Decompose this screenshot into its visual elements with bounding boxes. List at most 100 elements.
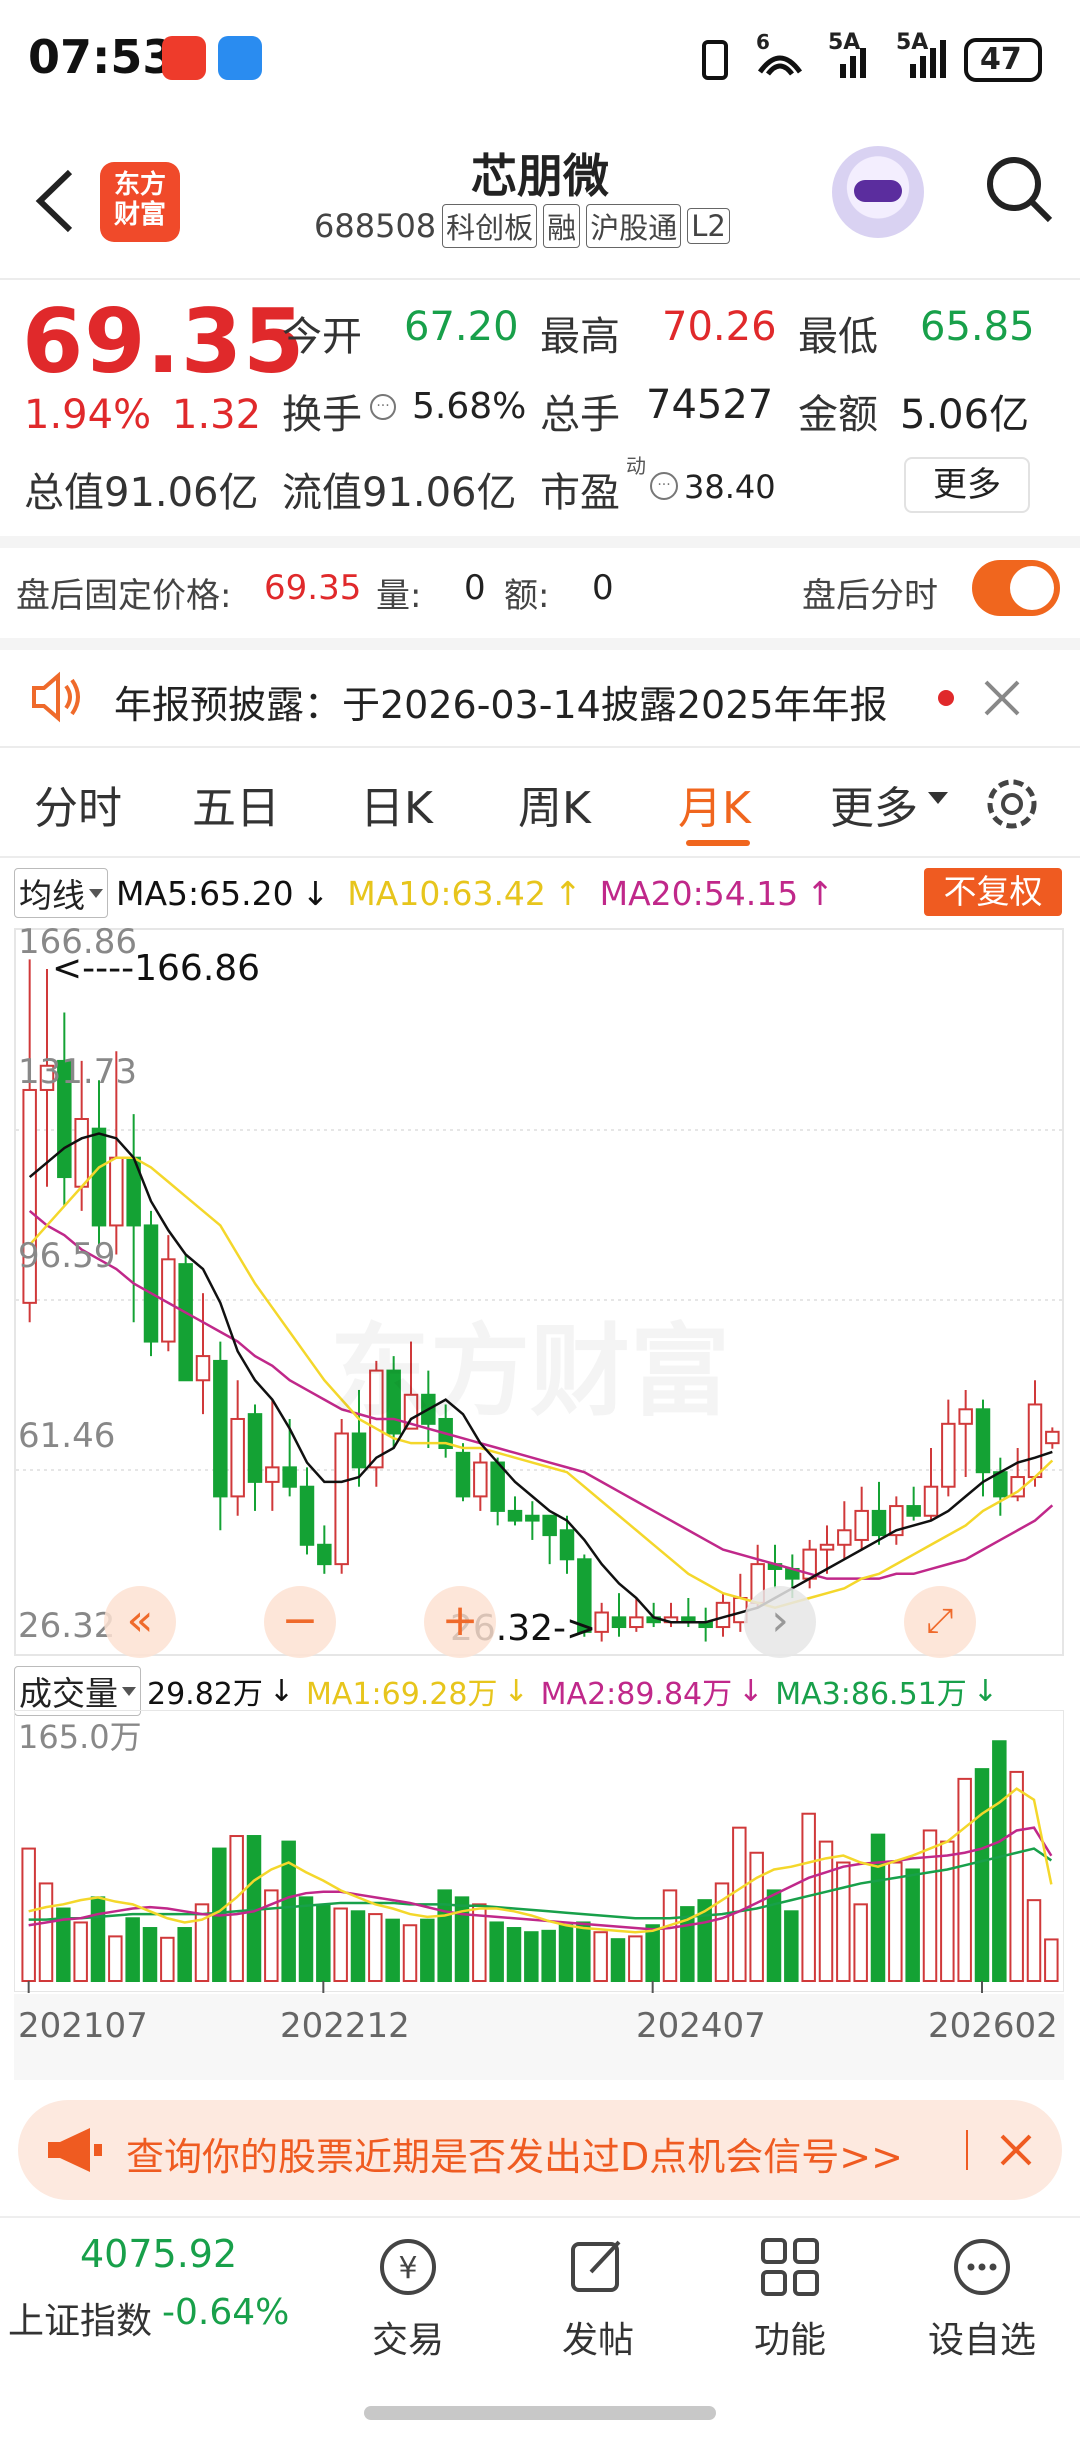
tab-5day[interactable]: 五日 [192,772,280,836]
volume-current: 29.82万 [147,1677,263,1712]
after-hours-amt-label: 额: [504,576,550,616]
next-button[interactable]: › [744,1586,816,1658]
stock-header: 东方 财富 芯朋微 688508 科创板 融 沪股通 L2 [0,120,1080,280]
nav-functions[interactable]: 功能 [742,2218,838,2363]
signal-query-banner[interactable]: 查询你的股票近期是否发出过D点机会信号>> [18,2100,1062,2200]
volume-bar [992,1740,1007,1982]
volume-bar [1009,1770,1024,1983]
candle [507,1496,523,1526]
volume-bar [784,1910,799,1982]
volume-bar [749,1851,764,1982]
volume-bar [316,1904,331,1983]
zoom-in-button[interactable]: + [424,1586,496,1658]
speaker-icon [32,671,80,723]
volume-bar [108,1935,123,1982]
volume-bar [160,1936,175,1982]
open-value: 67.20 [404,304,519,350]
tab-daily-k[interactable]: 日K [360,772,433,836]
nav-post[interactable]: 发帖 [550,2218,646,2363]
candle [854,1486,869,1550]
vol-ma1-arrow: ↓ [503,1673,529,1709]
pe-value: 38.40 [684,468,776,506]
volume-selector[interactable]: 成交量 [14,1666,141,1716]
tab-monthly-k[interactable]: 月K [678,772,751,836]
float-market-cap: 流值91.06亿 [282,470,517,516]
scroll-left-button[interactable]: « [104,1586,176,1658]
candle [525,1501,540,1540]
candle [213,1341,228,1531]
candle [611,1593,627,1637]
tab-timeshare[interactable]: 分时 [34,772,122,836]
pe-info-icon[interactable]: ··· [650,472,678,500]
search-icon[interactable] [980,150,1060,230]
volume-bar [610,1938,626,1983]
volume-bar [662,1889,678,1982]
candle [178,1254,193,1382]
volume-bar [836,1861,851,1982]
volume-bar [298,1896,314,1982]
y-label-5: 26.32 [18,1606,116,1646]
volume-bar [506,1927,522,1982]
edit-icon [571,2240,621,2292]
candle [958,1389,973,1478]
more-button[interactable]: 更多 [904,457,1030,513]
high-label: 最高 [540,314,620,360]
ma5-value: MA5:65.20 [116,873,294,913]
volume-bar [818,1840,834,1982]
volume-bar [194,1903,210,1982]
amount-label: 金额 [798,392,878,438]
assistant-avatar[interactable] [832,146,924,238]
notice-dot [938,690,954,706]
candle [57,1012,72,1207]
x-label-4: 202602 [928,2006,1058,2046]
pe-label: 市盈 [540,470,620,516]
candle [889,1496,904,1545]
nav-add-watchlist[interactable]: 设自选 [920,2218,1044,2363]
ma20-arrow: ↑ [806,873,834,913]
home-indicator[interactable] [364,2406,716,2420]
volume-bar [940,1840,955,1982]
volume-bar [974,1768,990,1982]
candle [265,1399,280,1511]
volume-bar [524,1931,539,1983]
volume-legend: 成交量 29.82万 ↓ MA1:69.28万 ↓ MA2:89.84万 ↓ M… [14,1666,998,1716]
ma10-arrow: ↑ [553,873,582,913]
after-hours-toggle[interactable] [972,560,1060,616]
banner-close-icon[interactable] [996,2130,1036,2170]
change-amount: 1.32 [172,392,262,438]
ma-selector[interactable]: 均线 [14,868,108,918]
adjust-button[interactable]: 不复权 [924,868,1062,916]
y-label-3: 96.59 [18,1236,116,1276]
volume-chart[interactable] [14,1710,1064,1993]
tab-more[interactable]: 更多 [830,772,918,836]
volume-bar [229,1835,244,1982]
volume-svg [21,1740,1059,1993]
ma5-arrow: ↓ [301,873,330,913]
close-icon[interactable] [980,676,1024,720]
current-price: 69.35 [22,290,306,393]
x-label-2: 202212 [280,2006,410,2046]
ma20-value: MA20:54.15 [599,873,799,913]
tab-weekly-k[interactable]: 周K [518,772,591,836]
fullscreen-button[interactable]: ⤢ [904,1586,976,1658]
volume-value: 74527 [646,382,774,428]
after-hours-row: 盘后固定价格: 69.35 量: 0 额: 0 盘后分时 [0,550,1080,636]
megaphone-icon [48,2128,102,2172]
banner-divider [966,2130,968,2170]
gear-icon[interactable] [980,772,1044,836]
index-change[interactable]: -0.64% [162,2292,289,2333]
wifi-label: 6 [756,30,770,54]
notice-bar[interactable]: 年报预披露：于2026-03-14披露2025年年报 [0,652,1080,744]
low-value: 65.85 [920,304,1035,350]
after-hours-vol-label: 量: [376,576,422,616]
pe-super: 动 [626,454,646,478]
high-value: 70.26 [662,304,777,350]
info-icon[interactable]: ··· [370,394,396,420]
zoom-out-button[interactable]: − [264,1586,336,1658]
index-value[interactable]: 4075.92 [80,2232,237,2276]
volume-bar [38,1882,54,1982]
volume-current-arrow: ↓ [268,1673,295,1709]
volume-bar [73,1921,88,1982]
index-name[interactable]: 上证指数 [8,2292,152,2344]
nav-trade[interactable]: ¥ 交易 [360,2218,456,2363]
